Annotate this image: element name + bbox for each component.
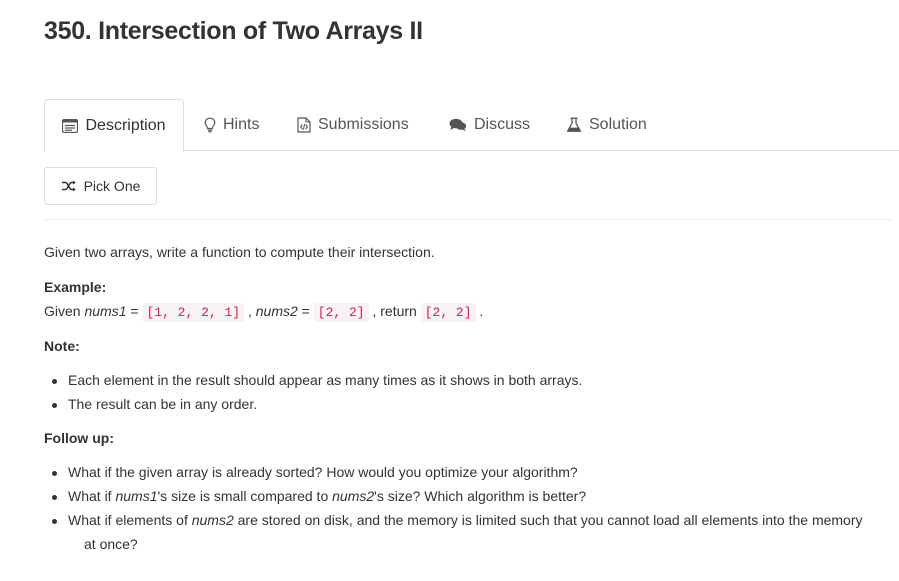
- followup-text: 's size? Which algorithm is better?: [374, 488, 587, 504]
- var-nums2: nums2: [332, 488, 375, 504]
- var-nums1: nums1: [84, 303, 127, 319]
- shuffle-icon: [61, 180, 77, 192]
- var-nums2: nums2: [255, 303, 298, 319]
- period: .: [475, 303, 484, 319]
- followup-item: What if elements of nums2 are stored on …: [52, 512, 863, 528]
- note-heading: Note:: [44, 338, 80, 354]
- chat-bubbles-icon: [449, 118, 467, 132]
- var-nums1: nums1: [115, 488, 158, 504]
- equals-sign: =: [297, 303, 314, 319]
- result-value: [2, 2]: [420, 303, 476, 322]
- followup-item: What if nums1's size is small compared t…: [51, 488, 587, 504]
- followup-text: are stored on disk, and the memory is li…: [233, 512, 863, 528]
- divider: [44, 219, 892, 220]
- description-icon: [62, 118, 79, 133]
- equals-sign: =: [126, 303, 143, 319]
- tab-label: Submissions: [318, 116, 409, 133]
- followup-text: 's size is small compared to: [157, 488, 333, 504]
- code-file-icon: [297, 117, 311, 133]
- tab-discuss[interactable]: Discuss: [449, 99, 530, 151]
- nums2-value: [2, 2]: [313, 303, 369, 322]
- followup-heading: Follow up:: [44, 430, 114, 446]
- lightbulb-icon: [204, 117, 216, 133]
- tab-description[interactable]: Description: [44, 99, 184, 152]
- tab-submissions[interactable]: Submissions: [297, 99, 409, 151]
- tab-bar: Description Hints Submissions Discuss So…: [44, 99, 899, 152]
- intro-text: Given two arrays, write a function to co…: [44, 244, 435, 260]
- followup-continuation: at once?: [84, 536, 138, 552]
- note-item: The result can be in any order.: [51, 396, 258, 412]
- note-item: Each element in the result should appear…: [51, 372, 583, 388]
- tab-label: Solution: [589, 116, 647, 133]
- example-heading: Example:: [44, 279, 107, 295]
- tab-hints[interactable]: Hints: [204, 99, 259, 151]
- pick-one-label: Pick One: [83, 178, 141, 194]
- nums1-value: [1, 2, 2, 1]: [142, 303, 245, 322]
- tab-label: Description: [85, 116, 166, 134]
- return-text: , return: [368, 303, 421, 319]
- pick-one-button[interactable]: Pick One: [44, 167, 157, 205]
- followup-item: What if the given array is already sorte…: [52, 464, 578, 480]
- tab-solution[interactable]: Solution: [566, 99, 647, 151]
- example-text: Given nums1 = [1, 2, 2, 1] , nums2 = [2,…: [44, 303, 484, 322]
- var-nums2: nums2: [191, 512, 234, 528]
- followup-text: What if: [68, 488, 116, 504]
- tab-label: Discuss: [474, 116, 531, 133]
- tab-label: Hints: [223, 116, 260, 133]
- page-title: 350. Intersection of Two Arrays II: [44, 17, 423, 45]
- flask-icon: [566, 117, 582, 133]
- comma: ,: [244, 303, 256, 319]
- followup-text: What if elements of: [68, 512, 192, 528]
- example-given: Given: [44, 303, 85, 319]
